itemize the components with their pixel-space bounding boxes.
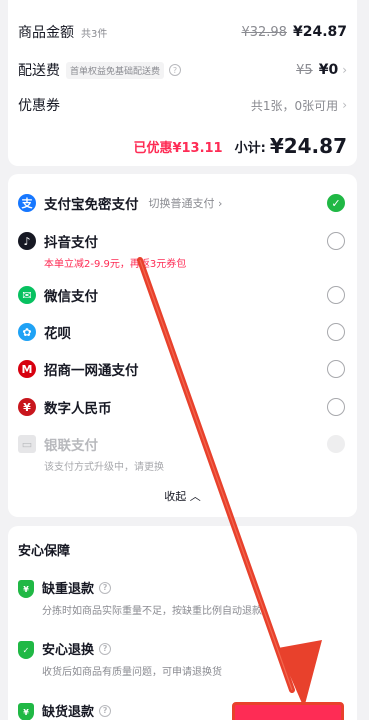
coupon-value: 共1张，0张可用 xyxy=(250,98,339,113)
subtotal-label: 小计: xyxy=(234,140,266,156)
payment-name: 抖音支付 xyxy=(44,235,98,251)
shipping-original-price: ¥5 xyxy=(296,62,313,78)
radio-unselected-icon[interactable] xyxy=(327,323,345,341)
shield-icon: ¥ xyxy=(18,703,34,720)
guarantee-desc: 收货后如商品有质量问题，可申请退换货 xyxy=(42,667,222,678)
payment-option-cmb[interactable]: M 招商一网通支付 xyxy=(18,358,347,380)
radio-unselected-icon[interactable] xyxy=(327,360,345,378)
unionpay-icon: ▭ xyxy=(18,435,36,453)
payment-name: 支付宝免密支付 xyxy=(44,197,139,213)
guarantee-name: 缺货退款 xyxy=(42,705,95,720)
subtotal-value: ¥24.87 xyxy=(269,134,347,158)
shield-icon: ¥ xyxy=(18,580,34,598)
subtotal-row: 已优惠¥13.11 小计: ¥24.87 xyxy=(18,134,347,158)
cmb-icon: M xyxy=(18,360,36,378)
payment-option-douyin[interactable]: ♪ 抖音支付 xyxy=(18,230,347,252)
shipping-benefit-tag: 首单权益免基础配送费 xyxy=(66,61,165,79)
payment-methods-card: 支 支付宝免密支付 切换普通支付 › ✓ ♪ 抖音支付 本单立减2-9.9元，再… xyxy=(8,174,357,517)
switch-normal-pay-link[interactable]: 切换普通支付 › xyxy=(149,195,223,211)
guarantee-desc: 分拣时如商品实际重量不足，按缺重比例自动退款 xyxy=(42,606,262,617)
payment-option-ecny[interactable]: ¥ 数字人民币 xyxy=(18,396,347,418)
order-summary-card: 商品金额 共3件 ¥32.98 ¥24.87 配送费 首单权益免基础配送费 ? … xyxy=(8,0,357,166)
radio-unselected-icon[interactable] xyxy=(327,286,345,304)
payment-name: 招商一网通支付 xyxy=(44,363,139,379)
payment-option-wechat[interactable]: ✉ 微信支付 xyxy=(18,284,347,306)
shield-check-icon: ✓ xyxy=(18,641,34,659)
goods-amount-row: 商品金额 共3件 ¥32.98 ¥24.87 xyxy=(18,22,347,42)
help-icon[interactable]: ? xyxy=(99,642,112,655)
alipay-icon: 支 xyxy=(18,194,36,212)
help-icon[interactable]: ? xyxy=(99,704,112,717)
coupon-row[interactable]: 优惠券 共1张，0张可用 › xyxy=(18,95,347,115)
goods-price: ¥24.87 xyxy=(292,24,347,40)
radio-unselected-icon[interactable] xyxy=(327,398,345,416)
huabei-icon: ✿ xyxy=(18,323,36,341)
guarantee-card: 安心保障 ¥ 缺重退款? 分拣时如商品实际重量不足，按缺重比例自动退款 ✓ 安心… xyxy=(8,526,357,720)
guarantee-name: 缺重退款 xyxy=(42,582,95,597)
help-icon[interactable]: ? xyxy=(99,581,112,594)
help-icon[interactable]: ? xyxy=(169,64,182,76)
coupon-label: 优惠券 xyxy=(18,98,60,114)
collapse-label: 收起 xyxy=(164,490,187,503)
chevron-right-icon: › xyxy=(342,63,347,77)
chevron-up-icon: ︿ xyxy=(189,490,201,503)
douyin-promo-note: 本单立减2-9.9元，再返3元券包 xyxy=(44,259,187,270)
unionpay-upgrade-note: 该支付方式升级中，请更换 xyxy=(44,462,164,473)
goods-amount-label: 商品金额 xyxy=(18,25,74,41)
pay-button-highlight[interactable] xyxy=(232,702,344,720)
payment-name: 银联支付 xyxy=(44,438,98,454)
payment-name: 数字人民币 xyxy=(44,401,112,417)
payment-option-huabei[interactable]: ✿ 花呗 xyxy=(18,321,347,343)
chevron-right-icon: › xyxy=(342,98,347,112)
shipping-price: ¥0 xyxy=(318,62,339,78)
payment-option-alipay[interactable]: 支 支付宝免密支付 切换普通支付 › ✓ xyxy=(18,192,347,214)
payment-name: 微信支付 xyxy=(44,289,98,305)
ecny-icon: ¥ xyxy=(18,398,36,416)
wechat-icon: ✉ xyxy=(18,286,36,304)
guarantee-name: 安心退换 xyxy=(42,643,95,658)
goods-original-price: ¥32.98 xyxy=(241,24,287,40)
payment-name: 花呗 xyxy=(44,326,71,342)
radio-unselected-icon[interactable] xyxy=(327,232,345,250)
goods-count: 共3件 xyxy=(81,28,108,40)
radio-disabled-icon xyxy=(327,435,345,453)
collapse-toggle[interactable]: 收起 ︿ xyxy=(8,488,357,504)
shipping-label: 配送费 xyxy=(18,63,60,79)
radio-selected-icon[interactable]: ✓ xyxy=(327,194,345,212)
douyin-icon: ♪ xyxy=(18,232,36,250)
discount-text: 已优惠¥13.11 xyxy=(133,140,223,156)
shipping-row[interactable]: 配送费 首单权益免基础配送费 ? ¥5 ¥0 › xyxy=(18,60,347,80)
guarantee-title: 安心保障 xyxy=(18,544,71,559)
payment-option-unionpay: ▭ 银联支付 xyxy=(18,433,347,455)
